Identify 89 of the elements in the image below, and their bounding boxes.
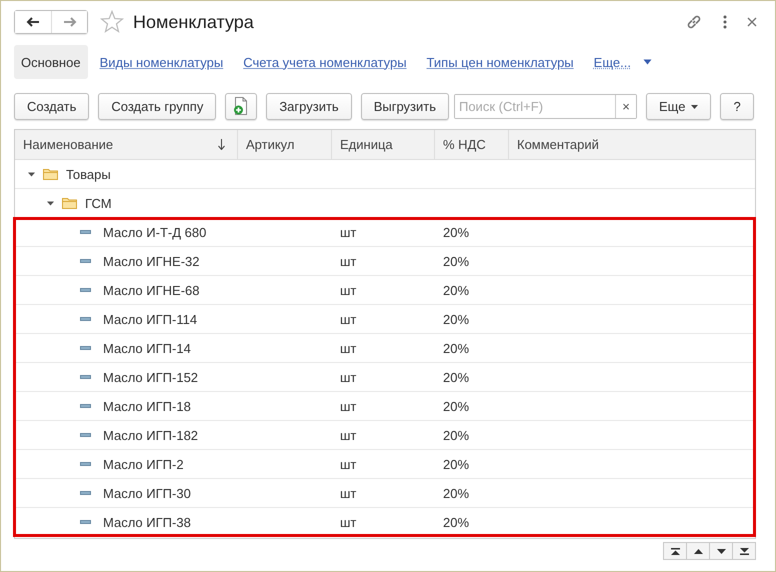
scroll-to-bottom-button[interactable]	[732, 542, 756, 560]
item-icon	[80, 433, 91, 437]
unit-cell: шт	[340, 340, 356, 356]
vat-cell: 20%	[443, 514, 470, 530]
item-icon	[80, 462, 91, 466]
vat-cell: 20%	[443, 398, 470, 414]
link-icon[interactable]	[685, 13, 703, 31]
left-arrow-icon	[26, 17, 40, 27]
add-document-button[interactable]	[225, 92, 258, 120]
vat-cell: 20%	[443, 254, 470, 268]
right-arrow-icon	[62, 17, 76, 27]
item-icon	[80, 375, 91, 379]
toolbar-button[interactable]: Создать группу	[98, 92, 216, 120]
vat-cell: 20%	[443, 340, 470, 356]
column-header[interactable]: Единица	[332, 130, 435, 159]
toolbar-button[interactable]: ?	[720, 92, 754, 120]
document-add-icon	[233, 97, 250, 115]
item-icon	[80, 346, 91, 350]
up-triangle-icon	[694, 548, 702, 554]
tab[interactable]: Типы цен номенклатуры	[418, 45, 582, 79]
scroll-down-button[interactable]	[709, 542, 733, 560]
sort-arrow-icon[interactable]	[218, 139, 225, 150]
search-field[interactable]: Поиск (Ctrl+F) ×	[454, 94, 637, 118]
toolbar-button[interactable]: Создать	[14, 92, 90, 120]
star-icon[interactable]	[100, 10, 124, 34]
vat-cell: 20%	[443, 282, 470, 298]
column-header[interactable]: Артикул	[238, 130, 332, 159]
item-icon	[80, 491, 91, 495]
expand-triangle-icon[interactable]	[46, 198, 55, 208]
top-arrow-icon	[670, 548, 680, 554]
vat-cell: 20%	[443, 370, 470, 384]
name-cell: Масло ИГП-182	[103, 428, 198, 442]
caret-icon	[642, 59, 652, 65]
toolbar-button[interactable]: Выгрузить	[360, 92, 449, 120]
item-icon	[80, 404, 91, 408]
unit-cell: шт	[340, 370, 356, 384]
tab[interactable]: Основное	[14, 45, 88, 79]
item-icon	[80, 288, 91, 292]
more-tab[interactable]: Еще...	[586, 45, 660, 79]
unit-cell: шт	[340, 456, 356, 472]
unit-cell: шт	[340, 224, 356, 240]
vat-cell: 20%	[443, 486, 470, 500]
vat-cell: 20%	[443, 224, 470, 240]
name-cell: Масло ИГП-30	[103, 486, 191, 500]
vat-cell: 20%	[443, 456, 470, 472]
back-button[interactable]	[15, 11, 51, 33]
column-header[interactable]: Комментарий	[509, 130, 755, 159]
item-icon	[80, 317, 91, 321]
name-cell: ГСМ	[85, 196, 112, 210]
bottom-arrow-icon	[740, 548, 748, 554]
expand-triangle-icon[interactable]	[27, 170, 36, 178]
vat-cell: 20%	[443, 428, 470, 442]
tab[interactable]: Виды номенклатуры	[92, 45, 232, 79]
item-icon	[80, 230, 91, 234]
clear-button[interactable]: ×	[614, 94, 636, 118]
column-header[interactable]: % НДС	[435, 130, 509, 159]
name-cell: Масло ИГП-152	[103, 370, 198, 384]
column-header[interactable]: Наименование	[15, 130, 238, 159]
caret-icon	[691, 104, 698, 108]
name-cell: Товары	[66, 166, 111, 182]
folder-icon	[43, 168, 58, 180]
vat-cell: 20%	[443, 312, 470, 326]
close-icon[interactable]	[747, 17, 757, 27]
scroll-to-top-button[interactable]	[663, 542, 687, 560]
unit-cell: шт	[340, 514, 356, 530]
name-cell: Масло ИГП-2	[103, 456, 184, 472]
unit-cell: шт	[340, 282, 356, 298]
unit-cell: шт	[340, 428, 356, 442]
unit-cell: шт	[340, 312, 356, 326]
window-title: Номенклатура	[133, 12, 254, 32]
item-icon	[80, 520, 91, 524]
unit-cell: шт	[340, 486, 356, 500]
item-icon	[80, 259, 91, 263]
folder-icon	[62, 197, 77, 209]
tab[interactable]: Счета учета номенклатуры	[235, 45, 415, 79]
toolbar-button[interactable]: Загрузить	[266, 92, 352, 120]
name-cell: Масло ИГП-14	[103, 340, 191, 356]
down-triangle-icon	[716, 548, 726, 554]
unit-cell: шт	[340, 398, 356, 414]
scroll-up-button[interactable]	[686, 542, 710, 560]
name-cell: Масло ИГП-38	[103, 514, 191, 530]
name-cell: Масло ИГНЕ-68	[103, 282, 200, 298]
unit-cell: шт	[340, 254, 356, 268]
name-cell: Масло ИГП-114	[103, 312, 198, 326]
more-menu-button[interactable]: Еще	[646, 92, 712, 120]
name-cell: Масло ИГНЕ-32	[103, 254, 200, 268]
name-cell: Масло ИГП-18	[103, 398, 191, 414]
name-cell: Масло И-Т-Д 680	[103, 224, 206, 240]
more-icon[interactable]	[723, 15, 727, 29]
